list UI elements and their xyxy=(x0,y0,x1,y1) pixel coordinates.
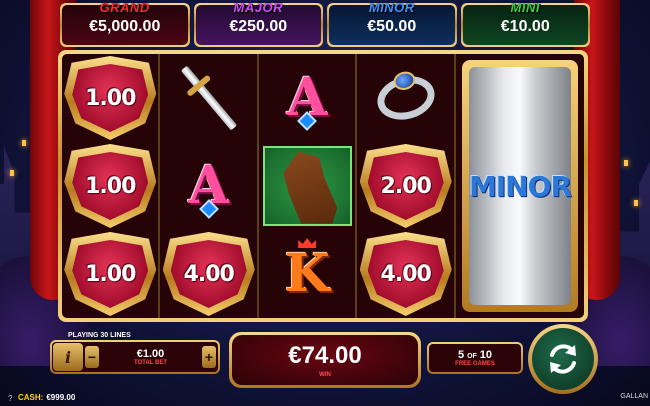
win-display: €74.00 WIN xyxy=(229,332,421,388)
info-button[interactable]: i xyxy=(53,343,83,371)
jackpot-value: €50.00 xyxy=(367,18,417,35)
expanded-symbol-label: MINOR xyxy=(468,169,572,203)
jackpot-grand: GRAND €5,000.00 xyxy=(60,0,190,47)
reel-2: A 4.00 xyxy=(160,54,259,318)
reel-5: MINOR xyxy=(456,54,584,318)
cash-shield-symbol: 2.00 xyxy=(359,144,452,228)
jackpot-label: GRAND xyxy=(99,0,150,15)
reel-cell: 1.00 xyxy=(62,54,158,142)
jackpot-label: MINOR xyxy=(368,0,415,15)
reel-1: 1.00 1.00 1.00 xyxy=(62,54,161,318)
reel-cell: 1.00 xyxy=(62,230,158,318)
shield-value: 1.00 xyxy=(85,261,136,287)
brand-logo-text: GALLAN xyxy=(620,393,648,400)
shield-value: 1.00 xyxy=(85,173,136,199)
sword-icon xyxy=(180,65,237,131)
free-games-of: OF xyxy=(467,353,477,360)
jackpot-value: €5,000.00 xyxy=(89,18,161,35)
jackpot-minor: MINOR €50.00 xyxy=(327,0,457,47)
cash-shield-symbol: 4.00 xyxy=(162,232,255,316)
jackpot-bar: GRAND €5,000.00 MAJOR €250.00 MINOR €50.… xyxy=(60,0,590,47)
ring-icon xyxy=(372,70,440,126)
reel-cell xyxy=(160,54,256,142)
free-games-count: 5 OF 10 xyxy=(458,349,492,361)
castle-window-light xyxy=(624,160,628,166)
reel-cell: 4.00 xyxy=(357,230,453,318)
reel-cell: 2.00 xyxy=(357,142,453,230)
reel-cell xyxy=(357,54,453,142)
free-games-total: 10 xyxy=(479,349,493,361)
total-bet-value: €1.00 xyxy=(136,348,165,360)
cash-shield-symbol: 1.00 xyxy=(64,56,157,140)
cash-value: €999.00 xyxy=(46,393,76,402)
help-button[interactable]: ? xyxy=(8,394,12,403)
bet-control-bar: i − €1.00 TOTAL BET + xyxy=(50,340,220,374)
letter-k-symbol: K xyxy=(284,243,330,304)
decrease-bet-button[interactable]: − xyxy=(85,346,99,368)
castle-window-light xyxy=(22,140,26,146)
refresh-arrows-icon xyxy=(550,344,576,374)
jackpot-value: €10.00 xyxy=(500,18,550,35)
reel-cell xyxy=(259,142,355,230)
cash-shield-symbol: 1.00 xyxy=(64,144,157,228)
reel-cell: A xyxy=(160,142,256,230)
win-label: WIN xyxy=(319,372,331,378)
jackpot-mini: MINI €10.00 xyxy=(460,0,590,47)
crown-icon xyxy=(298,238,317,248)
horse-symbol xyxy=(262,146,352,226)
castle-window-light xyxy=(634,200,638,206)
reel-4: 2.00 4.00 xyxy=(357,54,456,318)
free-games-label: FREE GAMES xyxy=(455,361,495,367)
total-bet-label: TOTAL BET xyxy=(134,360,167,366)
win-value: €74.00 xyxy=(288,342,362,369)
reel-cell: K xyxy=(259,230,355,318)
shield-value: 4.00 xyxy=(380,261,432,287)
lines-indicator: PLAYING 30 LINES xyxy=(68,332,131,339)
cash-label: CASH: xyxy=(18,393,44,402)
jackpot-label: MINI xyxy=(510,0,540,15)
cash-shield-symbol: 4.00 xyxy=(359,232,452,316)
cash-shield-symbol: 1.00 xyxy=(64,232,157,316)
shield-value: 2.00 xyxy=(380,173,432,199)
cash-display: CASH: €999.00 xyxy=(18,393,75,402)
increase-bet-button[interactable]: + xyxy=(202,346,216,368)
reel-cell: 4.00 xyxy=(160,230,256,318)
reel-cell: A xyxy=(259,54,355,142)
reel-3: A K xyxy=(259,54,358,318)
reel-cell: 1.00 xyxy=(62,142,158,230)
horse-icon xyxy=(283,151,338,224)
shield-value: 4.00 xyxy=(183,261,235,287)
free-games-display: 5 OF 10 FREE GAMES xyxy=(427,342,523,374)
total-bet-display: €1.00 TOTAL BET xyxy=(101,348,200,366)
reels: 1.00 1.00 1.00 A 4.00 A K 2.00 4.00 MINO… xyxy=(62,54,584,318)
shield-value: 1.00 xyxy=(85,85,136,111)
castle-window-light xyxy=(10,170,14,176)
reel-frame: 1.00 1.00 1.00 A 4.00 A K 2.00 4.00 MINO… xyxy=(58,50,588,322)
expanded-minor-symbol: MINOR xyxy=(461,60,579,312)
spin-button[interactable] xyxy=(528,324,598,394)
jackpot-value: €250.00 xyxy=(229,18,288,35)
free-games-current: 5 xyxy=(457,349,465,361)
jackpot-major: MAJOR €250.00 xyxy=(193,0,323,47)
jackpot-label: MAJOR xyxy=(233,0,283,15)
